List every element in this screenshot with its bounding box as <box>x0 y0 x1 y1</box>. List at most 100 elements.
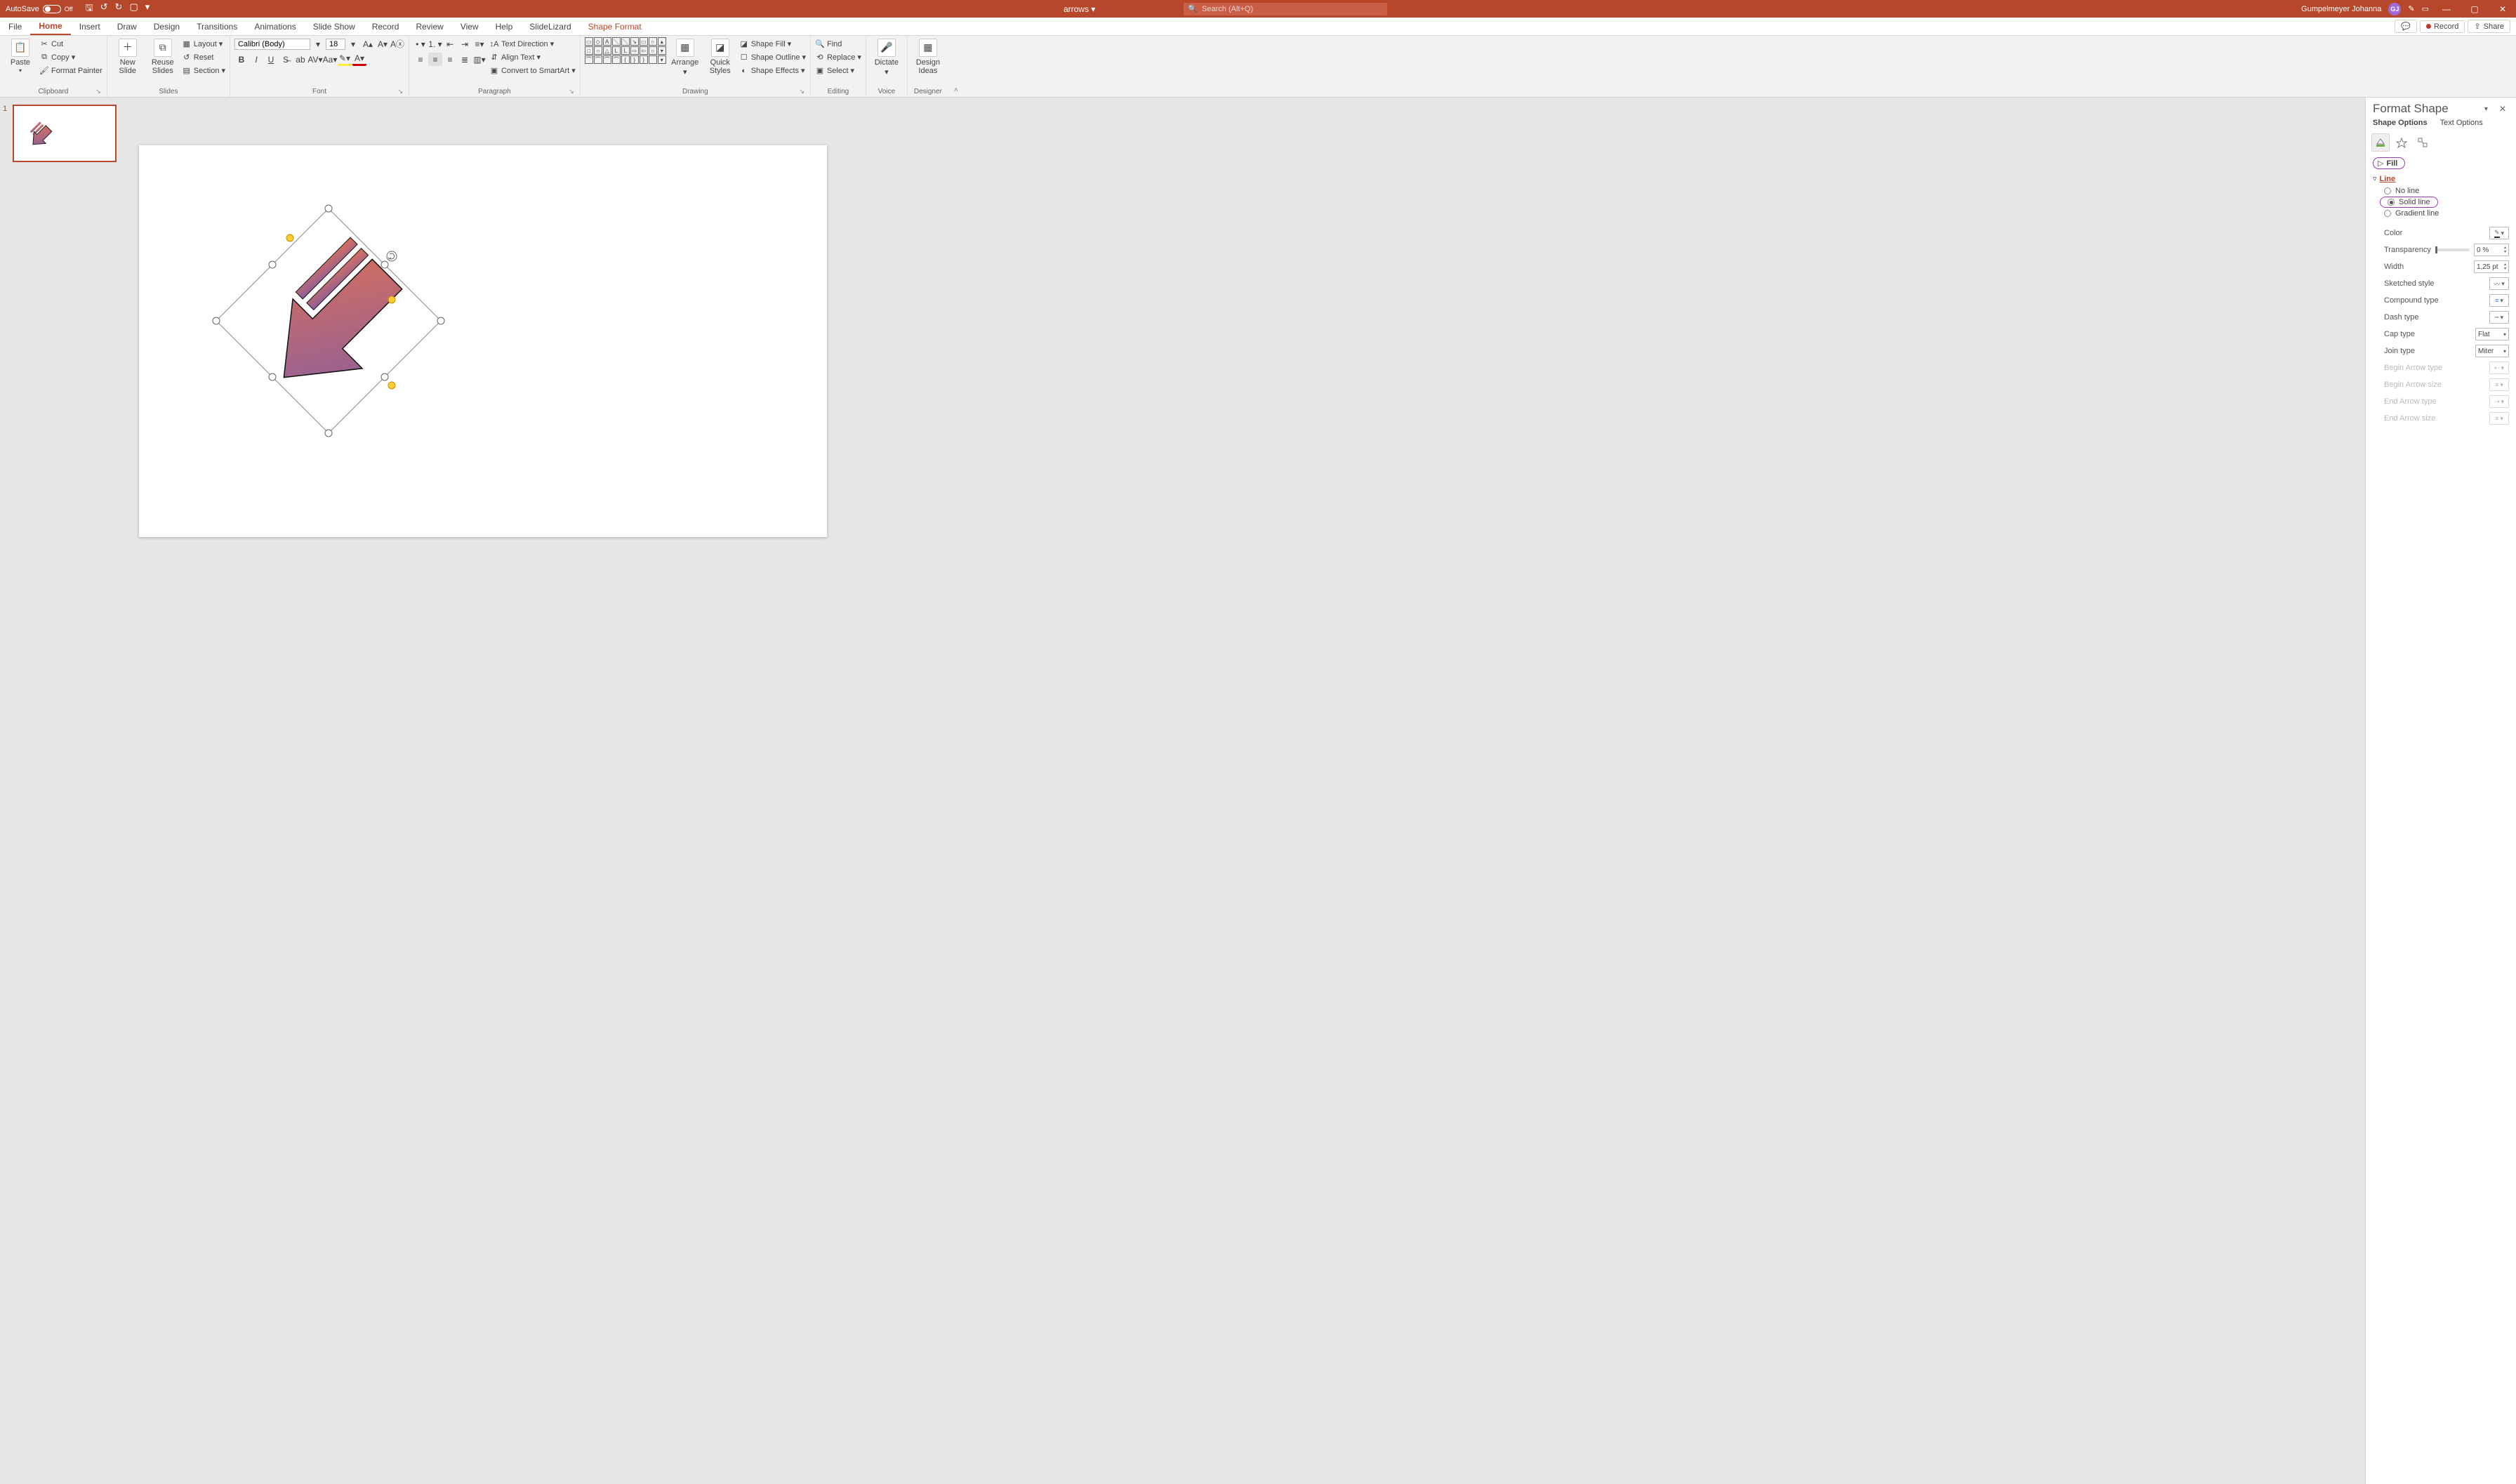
font-color-icon[interactable]: A▾ <box>352 53 366 66</box>
collapse-ribbon-icon[interactable]: ˄ <box>948 84 964 97</box>
clear-format-icon[interactable]: Aⓧ <box>390 37 404 51</box>
font-size-dd[interactable]: ▾ <box>346 37 360 51</box>
arrow-shape[interactable] <box>202 194 455 447</box>
minimize-button[interactable]: — <box>2436 0 2457 18</box>
design-ideas-button[interactable]: ▦Design Ideas <box>912 37 944 75</box>
reset-button[interactable]: ↺Reset <box>182 51 225 64</box>
line-color-picker[interactable]: ✎▾ <box>2489 227 2509 239</box>
section-button[interactable]: ▤Section ▾ <box>182 64 225 77</box>
search-input[interactable] <box>1202 5 1383 13</box>
columns-icon[interactable]: ▥▾ <box>472 53 486 66</box>
shape-effects-button[interactable]: ◐Shape Effects ▾ <box>739 64 806 77</box>
size-category-icon[interactable] <box>2414 133 2432 152</box>
line-spacing-icon[interactable]: ≡▾ <box>472 37 486 51</box>
present-icon[interactable]: ▢ <box>129 1 138 17</box>
strike-icon[interactable]: S̶ <box>279 53 293 66</box>
document-title[interactable]: arrows ▾ <box>1064 4 1095 14</box>
line-section-header[interactable]: ▿ Line <box>2373 172 2509 185</box>
radio-gradient-line[interactable]: Gradient line <box>2373 208 2509 219</box>
slide[interactable] <box>139 145 827 537</box>
tab-home[interactable]: Home <box>30 18 70 35</box>
radio-solid-line[interactable]: Solid line <box>2380 197 2438 208</box>
select-button[interactable]: ▣Select ▾ <box>815 64 861 77</box>
bullets-icon[interactable]: • ▾ <box>413 37 428 51</box>
slide-canvas[interactable] <box>126 98 2365 1484</box>
justify-icon[interactable]: ≣ <box>458 53 472 66</box>
compound-dropdown[interactable]: ≡▾ <box>2489 294 2509 307</box>
cap-dropdown[interactable]: Flat▾ <box>2475 328 2509 340</box>
paragraph-launcher[interactable]: ↘ <box>569 88 574 95</box>
align-left-icon[interactable]: ≡ <box>413 53 428 66</box>
search-box[interactable]: 🔍 <box>1184 3 1387 15</box>
shape-fill-button[interactable]: ◪Shape Fill ▾ <box>739 37 806 51</box>
radio-no-line[interactable]: No line <box>2373 185 2509 197</box>
text-direction-button[interactable]: ↕AText Direction ▾ <box>489 37 576 51</box>
font-name-input[interactable] <box>234 39 310 50</box>
transparency-slider[interactable] <box>2435 249 2470 251</box>
grow-font-icon[interactable]: A▴ <box>361 37 375 51</box>
case-icon[interactable]: Aa▾ <box>323 53 337 66</box>
tab-insert[interactable]: Insert <box>71 18 109 35</box>
font-size-input[interactable] <box>326 39 345 50</box>
tab-slideshow[interactable]: Slide Show <box>305 18 364 35</box>
autosave-toggle[interactable]: AutoSave Off <box>6 5 73 13</box>
autosave-switch-icon[interactable] <box>43 5 61 13</box>
font-launcher[interactable]: ↘ <box>397 88 403 95</box>
tab-design[interactable]: Design <box>145 18 188 35</box>
maximize-button[interactable]: ▢ <box>2464 0 2485 18</box>
shadow-icon[interactable]: ab <box>293 53 307 66</box>
tab-animations[interactable]: Animations <box>246 18 304 35</box>
paste-button[interactable]: 📋 Paste▾ <box>4 37 37 74</box>
format-painter-button[interactable]: 🖌Format Painter <box>39 64 102 77</box>
comments-button[interactable]: 💬 <box>2395 20 2417 33</box>
undo-icon[interactable]: ↺ <box>100 1 108 17</box>
quick-styles-button[interactable]: ◪Quick Styles <box>704 37 736 75</box>
cut-button[interactable]: ✂Cut <box>39 37 102 51</box>
format-pane-options-icon[interactable]: ▾ <box>2484 105 2488 113</box>
font-name-dd[interactable]: ▾ <box>311 37 325 51</box>
transparency-input[interactable]: 0 %▴▾ <box>2474 244 2509 256</box>
share-button[interactable]: ⇪Share <box>2468 20 2510 33</box>
align-center-icon[interactable]: ≡ <box>428 53 442 66</box>
user-avatar[interactable]: GJ <box>2388 3 2401 15</box>
save-icon[interactable]: 🖫 <box>86 1 93 17</box>
ribbon-display-icon[interactable]: ▭ <box>2422 4 2429 13</box>
reuse-slides-button[interactable]: ⧉Reuse Slides <box>147 37 179 75</box>
copy-button[interactable]: ⧉Copy ▾ <box>39 51 102 64</box>
fill-line-category-icon[interactable] <box>2371 133 2390 152</box>
user-name[interactable]: Gumpelmeyer Johanna <box>2301 5 2381 13</box>
fill-section-header[interactable]: ▷ Fill <box>2373 157 2405 169</box>
tab-shape-format[interactable]: Shape Format <box>580 18 650 35</box>
effects-category-icon[interactable] <box>2392 133 2411 152</box>
tab-transitions[interactable]: Transitions <box>188 18 246 35</box>
shrink-font-icon[interactable]: A▾ <box>376 37 390 51</box>
tab-view[interactable]: View <box>452 18 487 35</box>
drawing-launcher[interactable]: ↘ <box>799 88 805 95</box>
align-right-icon[interactable]: ≡ <box>443 53 457 66</box>
close-button[interactable]: ✕ <box>2492 0 2513 18</box>
shapes-gallery[interactable]: ▭◇A＼＼↘▭○▴ □○△LL⇨⇦○▾ ⌒⌒⌒⌒{}}▾ <box>585 37 666 64</box>
arrange-button[interactable]: ▦Arrange▾ <box>669 37 701 77</box>
record-button[interactable]: Record <box>2420 20 2465 33</box>
italic-icon[interactable]: I <box>249 53 263 66</box>
spacing-icon[interactable]: AV▾ <box>308 53 322 66</box>
clipboard-launcher[interactable]: ↘ <box>95 88 101 95</box>
tab-text-options[interactable]: Text Options <box>2440 119 2483 129</box>
align-text-button[interactable]: ⇵Align Text ▾ <box>489 51 576 64</box>
tab-record[interactable]: Record <box>364 18 408 35</box>
dictate-button[interactable]: 🎤Dictate▾ <box>870 37 903 77</box>
tab-review[interactable]: Review <box>407 18 451 35</box>
underline-icon[interactable]: U <box>264 53 278 66</box>
redo-icon[interactable]: ↻ <box>115 1 123 17</box>
new-slide-button[interactable]: ＋New Slide <box>112 37 144 75</box>
replace-button[interactable]: ⟲Replace ▾ <box>815 51 861 64</box>
layout-button[interactable]: ▦Layout ▾ <box>182 37 225 51</box>
coming-soon-icon[interactable]: ✎ <box>2408 4 2414 13</box>
dash-dropdown[interactable]: ┉▾ <box>2489 311 2509 324</box>
shape-outline-button[interactable]: ☐Shape Outline ▾ <box>739 51 806 64</box>
find-button[interactable]: 🔍Find <box>815 37 861 51</box>
tab-help[interactable]: Help <box>487 18 522 35</box>
indent-inc-icon[interactable]: ⇥ <box>458 37 472 51</box>
width-input[interactable]: 1,25 pt▴▾ <box>2474 260 2509 273</box>
format-pane-close-icon[interactable]: ✕ <box>2496 102 2509 115</box>
